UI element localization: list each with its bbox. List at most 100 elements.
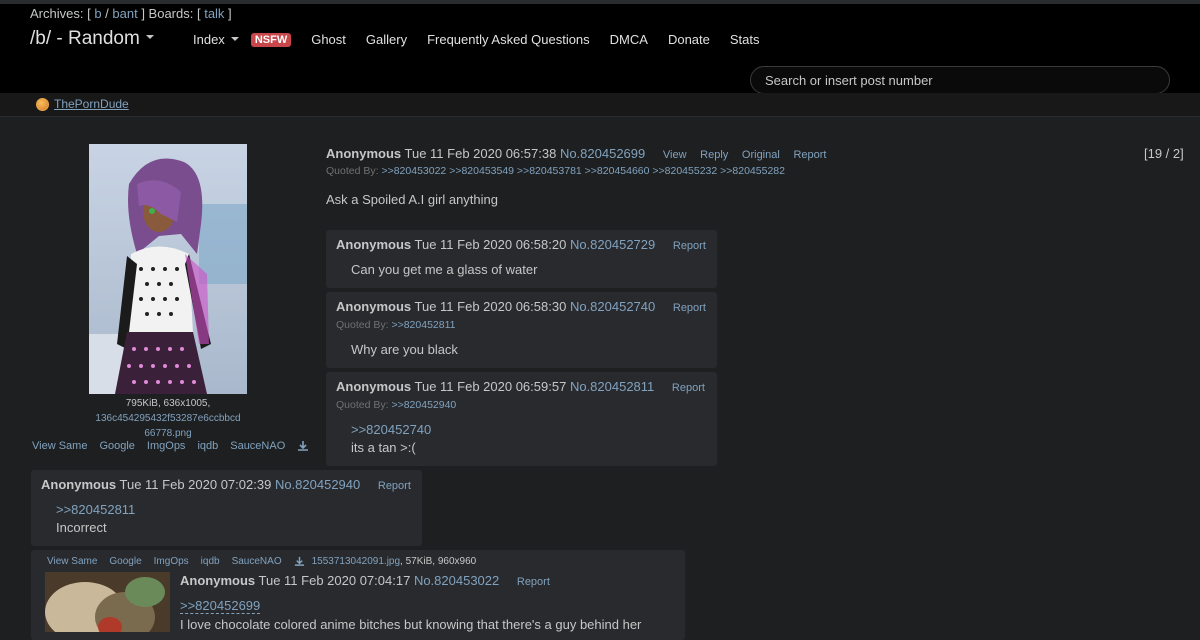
search-input[interactable] [750,66,1170,94]
post-date: Tue 11 Feb 2020 07:02:39 [119,477,272,492]
op-filename-cont[interactable]: 66778.png [30,426,306,441]
post-number[interactable]: No.820452740 [570,299,655,314]
poster-name: Anonymous [326,146,402,161]
report-button[interactable]: Report [673,302,706,314]
nav-stats[interactable]: Stats [730,32,760,47]
view-same-link[interactable]: View Same [47,556,97,567]
poster-name: Anonymous [336,237,412,252]
post-date: Tue 11 Feb 2020 06:59:57 [414,379,567,394]
archives-label: Archives: [30,6,84,21]
op-image-search-links: View Same Google ImgOps iqdb SauceNAO [32,440,309,452]
reply-post: Anonymous Tue 11 Feb 2020 06:58:20 No.82… [326,230,717,288]
reply-quoted-by: Quoted By: >>820452940 [336,399,456,411]
reply-post: Anonymous Tue 11 Feb 2020 07:02:39 No.82… [31,470,422,546]
nav-index-label: Index [193,32,225,47]
reply-image-search-links: View Same Google ImgOps iqdb SauceNAO 15… [47,556,476,567]
imgops-link[interactable]: ImgOps [147,440,186,452]
reply-post: View Same Google ImgOps iqdb SauceNAO 15… [31,550,685,640]
reply-header: Anonymous Tue 11 Feb 2020 07:04:17 No.82… [180,573,550,588]
op-file-meta: 795KiB, 636x1005, 136c454295432f53287e6c… [30,396,306,441]
quoted-by-label: Quoted By: [336,399,389,411]
reply-button[interactable]: Reply [700,149,728,161]
nav-donate[interactable]: Donate [668,32,710,47]
board-selector[interactable]: /b/ - Random [30,28,154,50]
op-filename[interactable]: 136c454295432f53287e6ccbbcd [30,411,306,426]
post-number[interactable]: No.820452940 [275,477,360,492]
reply-text: Incorrect [56,520,107,535]
iqdb-link[interactable]: iqdb [201,556,220,567]
op-file-info: 795KiB, 636x1005, [125,398,211,409]
quote-link[interactable]: >>820452699 [180,598,261,614]
reply-file-info: , 57KiB, 960x960 [400,556,477,567]
original-button[interactable]: Original [742,149,780,161]
reply-filename[interactable]: 1553713042091.jpg [312,556,400,567]
board-title: /b/ - Random [30,28,140,49]
post-date: Tue 11 Feb 2020 07:04:17 [258,573,411,588]
top-navbar: Archives: [ b / bant ] Boards: [ talk ] … [0,0,1200,94]
post-number[interactable]: No.820452811 [570,379,654,394]
report-button[interactable]: Report [672,382,705,394]
nav-gallery[interactable]: Gallery [366,32,407,47]
nsfw-badge: NSFW [250,32,292,47]
reply-post: Anonymous Tue 11 Feb 2020 06:58:30 No.82… [326,292,717,368]
ad-label: ThePornDude [54,97,129,111]
quoted-by-links[interactable]: >>820452940 [391,399,456,411]
boards-label: Boards: [148,6,194,21]
report-button[interactable]: Report [378,480,411,492]
ad-link[interactable]: ThePornDude [36,97,129,111]
saucenao-link[interactable]: SauceNAO [232,556,282,567]
reply-text: its a tan >:( [351,440,416,455]
post-number[interactable]: No.820453022 [414,573,499,588]
nav-index-dropdown[interactable]: Index [193,32,239,47]
view-same-link[interactable]: View Same [32,440,87,452]
nav-dmca[interactable]: DMCA [610,32,648,47]
post-number[interactable]: No.820452699 [560,146,645,161]
reply-header: Anonymous Tue 11 Feb 2020 07:02:39 No.82… [41,477,411,492]
reply-thumbnail[interactable] [45,572,170,632]
op-quoted-by: Quoted By: >>820453022 >>820453549 >>820… [326,165,785,177]
op-post-text: Ask a Spoiled A.I girl anything [326,192,498,207]
poster-name: Anonymous [336,379,412,394]
download-icon[interactable] [294,556,305,567]
report-button[interactable]: Report [517,576,550,588]
archive-link-bant[interactable]: bant [112,6,137,21]
quoted-by-links[interactable]: >>820453022 >>820453549 >>820453781 >>82… [381,165,785,177]
report-button[interactable]: Report [793,149,826,161]
reply-text: Can you get me a glass of water [351,262,538,277]
view-button[interactable]: View [663,149,687,161]
main-nav: Index NSFW Ghost Gallery Frequently Aske… [193,32,780,47]
op-thumbnail[interactable] [89,144,247,394]
anime-girl-image [89,144,247,394]
post-number[interactable]: No.820452729 [570,237,655,252]
quoted-by-label: Quoted By: [326,165,379,177]
ad-bar: ThePornDude [0,93,1200,117]
iqdb-link[interactable]: iqdb [197,440,218,452]
porndude-logo-icon [36,97,49,111]
poster-name: Anonymous [41,477,117,492]
google-link[interactable]: Google [99,440,134,452]
post-date: Tue 11 Feb 2020 06:57:38 [404,146,557,161]
nav-ghost[interactable]: Ghost [311,32,346,47]
quoted-by-label: Quoted By: [336,319,389,331]
reply-post: Anonymous Tue 11 Feb 2020 06:59:57 No.82… [326,372,717,466]
archives-bar: Archives: [ b / bant ] Boards: [ talk ] [30,6,232,21]
quote-link[interactable]: >>820452811 [56,502,135,517]
chevron-down-icon [145,34,154,39]
post-date: Tue 11 Feb 2020 06:58:30 [414,299,567,314]
archive-link-b[interactable]: b [94,6,101,21]
google-link[interactable]: Google [109,556,141,567]
report-button[interactable]: Report [673,240,706,252]
saucenao-link[interactable]: SauceNAO [230,440,285,452]
download-icon[interactable] [297,440,309,452]
quoted-by-links[interactable]: >>820452811 [391,319,455,331]
imgops-link[interactable]: ImgOps [154,556,189,567]
poster-name: Anonymous [180,573,256,588]
reply-header: Anonymous Tue 11 Feb 2020 06:58:30 No.82… [336,299,706,314]
board-link-talk[interactable]: talk [204,6,224,21]
reply-quoted-by: Quoted By: >>820452811 [336,319,456,331]
post-date: Tue 11 Feb 2020 06:58:20 [414,237,567,252]
thread-stats: [19 / 2] [1144,146,1184,161]
nav-faq[interactable]: Frequently Asked Questions [427,32,590,47]
poster-name: Anonymous [336,299,412,314]
quote-link[interactable]: >>820452740 [351,422,431,437]
